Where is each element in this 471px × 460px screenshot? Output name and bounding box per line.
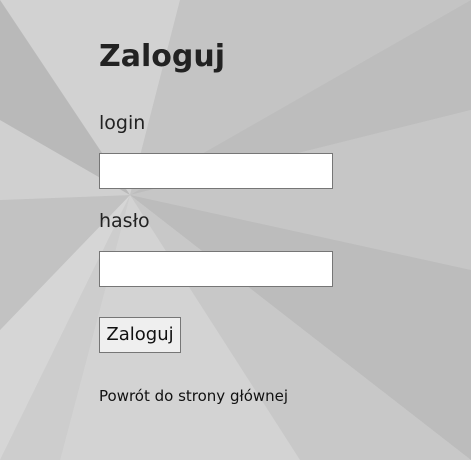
back-to-home-link[interactable]: Powrót do strony głównej [99,386,288,406]
login-button[interactable]: Zaloguj [99,317,181,353]
login-input[interactable] [99,153,333,189]
password-label: hasło [99,210,150,232]
password-input[interactable] [99,251,333,287]
login-label: login [99,112,146,134]
page-title: Zaloguj [99,39,226,74]
